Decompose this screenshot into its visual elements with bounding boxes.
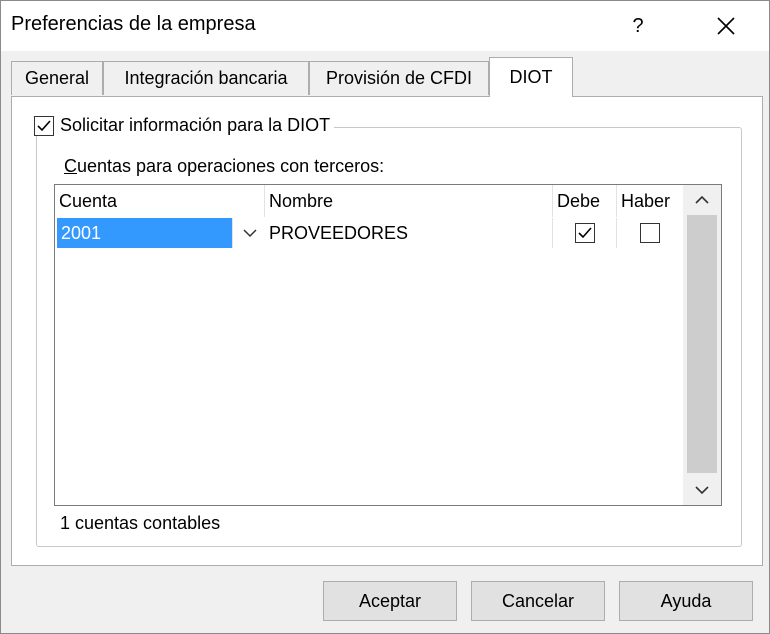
chevron-down-icon [243, 229, 257, 238]
debe-checkbox[interactable] [574, 223, 595, 243]
column-header-label: Cuenta [59, 190, 118, 211]
help-title-button[interactable]: ? [613, 7, 663, 45]
scroll-up-button[interactable] [683, 185, 721, 215]
column-header-haber[interactable]: Haber [617, 185, 683, 217]
request-diot-checkbox[interactable] [34, 115, 54, 136]
scroll-thumb[interactable] [687, 215, 717, 473]
chevron-up-icon [695, 195, 709, 204]
cuenta-cell[interactable]: 2001 [57, 218, 233, 248]
grid-caption-accesskey: C [64, 156, 77, 176]
cuenta-value: 2001 [61, 222, 102, 243]
column-header-label: Haber [621, 190, 671, 211]
request-diot-checkbox-row[interactable]: Solicitar información para la DIOT [32, 115, 335, 136]
tab-provision-cfdi[interactable]: Provisión de CFDI [309, 61, 489, 95]
grid-header: Cuenta Nombre Debe Haber [55, 185, 683, 217]
check-icon [577, 227, 592, 239]
debe-cell[interactable] [553, 218, 617, 248]
tab-label: Provisión de CFDI [325, 68, 473, 88]
cuenta-dropdown-button[interactable] [235, 218, 265, 248]
request-diot-label: Solicitar información para la DIOT [60, 115, 331, 135]
tab-label: DIOT [509, 67, 553, 87]
close-icon [717, 17, 735, 35]
window-title: Preferencias de la empresa [11, 13, 256, 35]
column-header-nombre[interactable]: Nombre [265, 185, 553, 217]
diot-tab-panel: Solicitar información para la DIOT Cuent… [11, 96, 763, 566]
help-button[interactable]: Ayuda [619, 581, 753, 621]
haber-checkbox[interactable] [640, 223, 660, 243]
tab-strip: General Integración bancaria Provisión d… [11, 57, 763, 97]
cancel-button[interactable]: Cancelar [471, 581, 605, 621]
question-mark-icon: ? [632, 14, 644, 37]
column-header-label: Debe [557, 190, 601, 211]
grid-caption: Cuentas para operaciones con terceros: [64, 156, 384, 177]
column-header-label: Nombre [269, 190, 334, 211]
tab-diot[interactable]: DIOT [489, 57, 573, 97]
accounts-count-label: 1 cuentas contables [60, 513, 221, 533]
table-row[interactable]: 2001 PROVEEDORES [55, 218, 683, 248]
chevron-down-icon [695, 486, 709, 495]
column-header-cuenta[interactable]: Cuenta [55, 185, 265, 217]
title-bar: Preferencias de la empresa ? [1, 1, 769, 51]
accounts-grid[interactable]: Cuenta Nombre Debe Haber 2001 PROVEEDORE… [54, 184, 722, 506]
check-icon [37, 119, 51, 131]
nombre-value: PROVEEDORES [269, 222, 409, 243]
tab-label: General [24, 68, 90, 88]
grid-caption-text: uentas para operaciones con terceros: [77, 156, 385, 176]
dialog-window: Preferencias de la empresa ? General Int… [0, 0, 770, 634]
haber-cell[interactable] [617, 218, 683, 248]
accept-button[interactable]: Aceptar [323, 581, 457, 621]
column-header-debe[interactable]: Debe [553, 185, 617, 217]
tab-general[interactable]: General [11, 61, 103, 95]
close-button[interactable] [701, 7, 751, 45]
scroll-down-button[interactable] [683, 475, 721, 505]
nombre-cell[interactable]: PROVEEDORES [265, 218, 553, 248]
tab-integracion-bancaria[interactable]: Integración bancaria [103, 61, 309, 95]
tab-label: Integración bancaria [124, 68, 288, 88]
vertical-scrollbar[interactable] [683, 185, 721, 505]
